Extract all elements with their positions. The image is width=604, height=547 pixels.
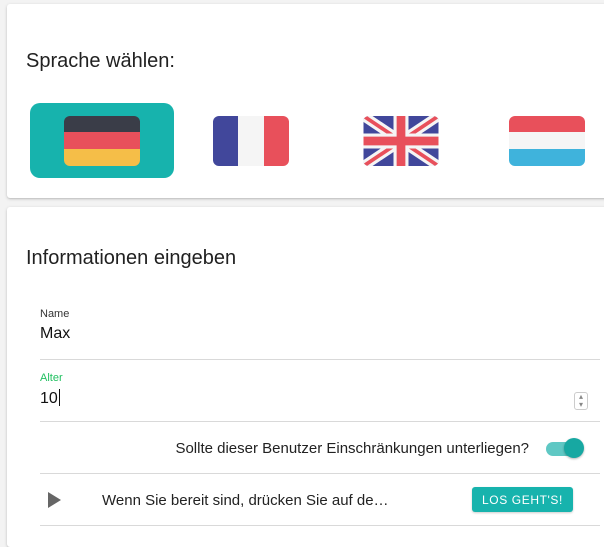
- restrictions-toggle[interactable]: [546, 438, 584, 458]
- toggle-knob: [564, 438, 584, 458]
- luxembourg-flag-icon: [509, 115, 585, 166]
- age-value: 10: [40, 390, 58, 407]
- age-stepper-icon[interactable]: ▴ ▾: [574, 392, 588, 410]
- language-card: Sprache wählen:: [7, 4, 604, 198]
- restrictions-row: Sollte dieser Benutzer Einschränkungen u…: [40, 422, 600, 474]
- name-field-label: Name: [40, 308, 70, 320]
- text-caret: [58, 389, 60, 406]
- play-icon[interactable]: [46, 491, 62, 509]
- name-field: Name: [40, 308, 600, 360]
- language-option-french[interactable]: [179, 103, 323, 178]
- information-card: Informationen eingeben Name Alter 10 ▴▾ …: [7, 207, 604, 547]
- language-option-luxembourgish[interactable]: [475, 103, 604, 178]
- age-field: Alter 10 ▴ ▾: [40, 372, 600, 422]
- name-input[interactable]: [40, 325, 600, 343]
- france-flag-icon: [213, 115, 289, 166]
- lets-go-button[interactable]: LOS GEHT'S!: [472, 487, 573, 512]
- restrictions-label: Sollte dieser Benutzer Einschränkungen u…: [175, 440, 529, 457]
- info-section-title: Informationen eingeben: [26, 247, 237, 269]
- language-section-title: Sprache wählen:: [26, 50, 175, 72]
- germany-flag-icon: [64, 115, 140, 166]
- age-input[interactable]: 10: [40, 389, 600, 408]
- language-option-german[interactable]: [30, 103, 174, 178]
- start-row: Wenn Sie bereit sind, drücken Sie auf de…: [40, 474, 600, 526]
- age-field-label: Alter: [40, 372, 63, 384]
- uk-flag-icon: [363, 115, 439, 166]
- language-option-english[interactable]: [329, 103, 473, 178]
- start-instruction-text: Wenn Sie bereit sind, drücken Sie auf de…: [102, 492, 389, 509]
